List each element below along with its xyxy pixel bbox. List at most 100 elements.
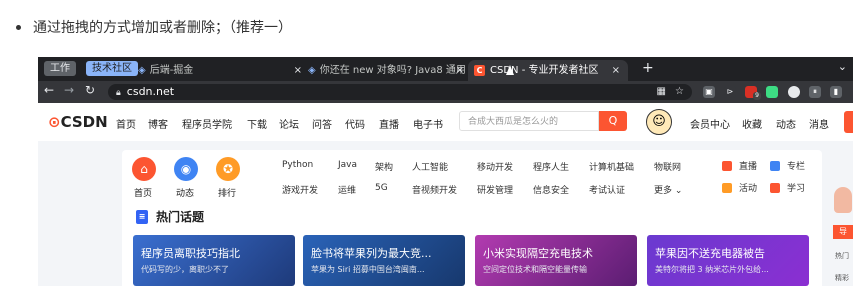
category-av[interactable]: 音视频开发	[412, 183, 457, 196]
nav-ebook[interactable]: 电子书	[413, 116, 443, 131]
nav-academy[interactable]: 程序员学院	[182, 116, 232, 131]
mascot-icon	[834, 187, 852, 213]
quick-home-label[interactable]: 首页	[134, 186, 152, 199]
document-icon: ≡	[136, 209, 148, 224]
quick-ranking-label[interactable]: 排行	[218, 186, 236, 199]
category-ops[interactable]: 运维	[338, 183, 356, 196]
tab-group-tech[interactable]: 技术社区	[86, 61, 138, 76]
link-column[interactable]: 专栏	[787, 159, 805, 172]
nav-messages[interactable]: 消息	[809, 116, 829, 131]
side-widget: 导 热门 精彩	[833, 187, 853, 286]
csdn-logo-text: CSDN	[60, 113, 108, 131]
side-text-hot: 热门	[835, 252, 849, 260]
ranking-icon[interactable]: ✪	[216, 157, 240, 181]
adblock-badge: 9	[753, 92, 761, 100]
tab-title: 你还在 new 对象吗? Java8 通用	[319, 65, 466, 76]
guide-button[interactable]: 导	[833, 225, 853, 239]
link-activity[interactable]: 活动	[739, 181, 757, 194]
category-cert[interactable]: 考试认证	[589, 183, 625, 196]
category-iot[interactable]: 物联网	[654, 160, 681, 173]
url-input[interactable]: 🔒︎ csdn.net ▦ ☆	[108, 84, 692, 100]
tab-title: 后端-掘金	[149, 65, 194, 76]
home-icon[interactable]: ⌂	[132, 157, 156, 181]
nav-favorites[interactable]: 收藏	[742, 116, 762, 131]
nav-code[interactable]: 代码	[345, 116, 365, 131]
activity-icon	[722, 183, 732, 193]
category-ai[interactable]: 人工智能	[412, 160, 448, 173]
nav-blog[interactable]: 博客	[148, 116, 168, 131]
bullet-dot	[16, 24, 21, 30]
csdn-logo-icon: ⊙	[48, 113, 61, 131]
publish-button[interactable]	[844, 111, 853, 133]
tab-juejin[interactable]: ◈ 后端-掘金 ×	[138, 60, 302, 81]
browser-screenshot: 工作 技术社区 ◈ 后端-掘金 × ◈ 你还在 new 对象吗? Java8 通用 …	[38, 57, 853, 286]
category-java[interactable]: Java	[338, 160, 357, 170]
lock-icon: 🔒︎	[116, 88, 121, 98]
extension-icon[interactable]: ⊳	[724, 86, 736, 98]
nav-download[interactable]: 下载	[247, 116, 267, 131]
hot-topic-subtitle: 代码写的少，离职少不了	[141, 265, 229, 274]
url-text: csdn.net	[126, 85, 175, 98]
caption-line: 通过拖拽的方式增加或者删除；（推荐一）	[16, 17, 292, 37]
nav-home[interactable]: 首页	[116, 116, 136, 131]
search-input[interactable]: 合成大西瓜是怎么火的	[459, 111, 599, 131]
qr-code-icon[interactable]: ▦	[657, 84, 666, 100]
link-learn[interactable]: 学习	[787, 181, 805, 194]
close-icon[interactable]: ×	[294, 60, 302, 81]
extension-icon[interactable]	[766, 86, 778, 98]
category-security[interactable]: 信息安全	[533, 183, 569, 196]
extension-icon[interactable]: ▣	[703, 86, 715, 98]
category-rd[interactable]: 研发管理	[477, 183, 513, 196]
reload-icon[interactable]: ↻	[85, 83, 95, 97]
nav-qa[interactable]: 问答	[312, 116, 332, 131]
close-icon[interactable]: ×	[612, 60, 620, 81]
extension-icon[interactable]: ▮	[830, 86, 842, 98]
tab-strip: 工作 技术社区 ◈ 后端-掘金 × ◈ 你还在 new 对象吗? Java8 通用 …	[38, 57, 853, 81]
hot-topics-title: 热门话题	[156, 210, 205, 224]
category-cs[interactable]: 计算机基础	[589, 160, 634, 173]
tab-search-icon[interactable]: ⌄	[838, 60, 847, 73]
learn-icon	[770, 183, 780, 193]
csdn-favicon-icon: C	[474, 65, 485, 76]
category-game[interactable]: 游戏开发	[282, 183, 318, 196]
forward-arrow-icon[interactable]: →	[64, 83, 74, 97]
category-arch[interactable]: 架构	[375, 160, 393, 173]
new-tab-button[interactable]: +	[642, 60, 654, 76]
hot-topic-subtitle: 美特尔将把 3 纳米芯片外包给...	[655, 265, 769, 274]
category-more[interactable]: 更多 ⌄	[654, 183, 682, 196]
link-live[interactable]: 直播	[739, 159, 757, 172]
hot-topic-card[interactable]: 小米实现隔空充电技术 空间定位技术和隔空能量传输	[475, 235, 637, 286]
nav-live[interactable]: 直播	[379, 116, 399, 131]
tab-java8[interactable]: ◈ 你还在 new 对象吗? Java8 通用 ×	[308, 60, 466, 81]
quick-dynamic-label[interactable]: 动态	[176, 186, 194, 199]
close-icon[interactable]: ×	[456, 60, 464, 81]
back-arrow-icon[interactable]: ←	[44, 83, 54, 97]
nav-vip-center[interactable]: 会员中心	[690, 116, 730, 131]
category-python[interactable]: Python	[282, 160, 313, 170]
hot-topic-card[interactable]: 程序员离职技巧指北 代码写的少，离职少不了	[133, 235, 295, 286]
caption-text: 通过拖拽的方式增加或者删除；（推荐一）	[33, 20, 292, 36]
juejin-icon: ◈	[138, 65, 146, 76]
hot-topic-card[interactable]: 苹果因不送充电器被告 美特尔将把 3 纳米芯片外包给...	[647, 235, 809, 286]
bookmark-star-icon[interactable]: ☆	[675, 84, 684, 100]
nav-activity[interactable]: 动态	[776, 116, 796, 131]
category-life[interactable]: 程序人生	[533, 160, 569, 173]
hot-topic-title: 小米实现隔空充电技术	[483, 247, 593, 260]
hot-topics-heading: ≡ 热门话题	[136, 208, 204, 225]
search-button[interactable]: Q	[599, 111, 627, 131]
dynamic-icon[interactable]: ◉	[174, 157, 198, 181]
live-icon	[722, 161, 732, 171]
csdn-logo[interactable]: ⊙CSDN	[48, 113, 108, 131]
hot-topic-subtitle: 苹果为 Siri 招募中国台湾闽南...	[311, 265, 425, 274]
category-mobile[interactable]: 移动开发	[477, 160, 513, 173]
category-5g[interactable]: 5G	[375, 183, 388, 193]
hot-topic-card[interactable]: 脸书将苹果列为最大竞... 苹果为 Siri 招募中国台湾闽南...	[303, 235, 465, 286]
extension-icon[interactable]: ⏸	[809, 86, 821, 98]
tab-csdn-active[interactable]: C CSDN - 专业开发者社区 ×	[468, 60, 628, 81]
hot-topic-title: 脸书将苹果列为最大竞...	[311, 247, 432, 260]
extension-icon[interactable]	[788, 86, 800, 98]
nav-forum[interactable]: 论坛	[279, 116, 299, 131]
column-icon	[770, 161, 780, 171]
avatar[interactable]: ☺︎	[646, 109, 672, 135]
tab-group-work[interactable]: 工作	[44, 61, 76, 76]
